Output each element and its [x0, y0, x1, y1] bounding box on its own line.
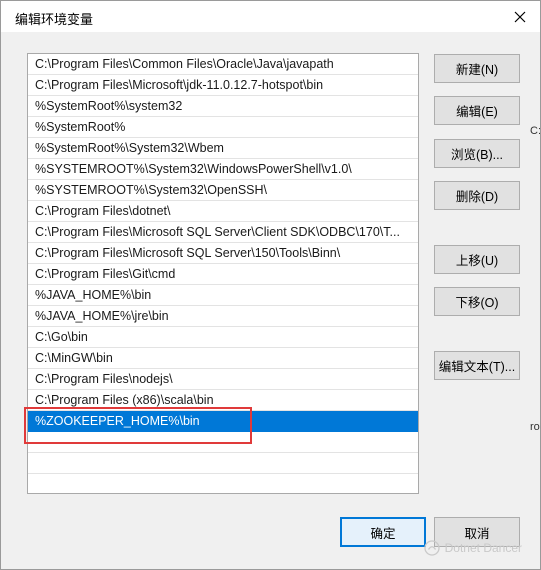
browse-button[interactable]: 浏览(B)...	[434, 139, 520, 168]
path-list-item[interactable]: C:\Program Files\Git\cmd	[28, 264, 418, 285]
wechat-icon	[423, 540, 440, 556]
watermark: Dotnet Dancer	[423, 540, 522, 556]
path-list-empty-row[interactable]	[28, 474, 418, 493]
path-list-item[interactable]: C:\Program Files\Common Files\Oracle\Jav…	[28, 54, 418, 75]
close-button[interactable]	[500, 1, 540, 32]
title-bar: 编辑环境变量	[1, 1, 540, 32]
path-list-item[interactable]: %SystemRoot%\system32	[28, 96, 418, 117]
path-list-item[interactable]: C:\Go\bin	[28, 327, 418, 348]
edit-text-button[interactable]: 编辑文本(T)...	[434, 351, 520, 380]
path-list-item[interactable]: %SYSTEMROOT%\System32\OpenSSH\	[28, 180, 418, 201]
path-list-empty-row[interactable]	[28, 453, 418, 474]
watermark-text: Dotnet Dancer	[444, 541, 522, 555]
path-list-item[interactable]: C:\MinGW\bin	[28, 348, 418, 369]
move-up-button[interactable]: 上移(U)	[434, 245, 520, 274]
background-window-fragment: ro	[530, 421, 540, 433]
path-list-item[interactable]: C:\Program Files\dotnet\	[28, 201, 418, 222]
path-list-item[interactable]: %SystemRoot%\System32\Wbem	[28, 138, 418, 159]
ok-button[interactable]: 确定	[340, 517, 426, 547]
path-list-item[interactable]: C:\Program Files\Microsoft SQL Server\Cl…	[28, 222, 418, 243]
new-button[interactable]: 新建(N)	[434, 54, 520, 83]
path-list-item[interactable]: %JAVA_HOME%\bin	[28, 285, 418, 306]
path-list-item[interactable]: C:\Program Files\nodejs\	[28, 369, 418, 390]
dialog-title: 编辑环境变量	[15, 12, 94, 27]
move-down-button[interactable]: 下移(O)	[434, 287, 520, 316]
delete-button[interactable]: 删除(D)	[434, 181, 520, 210]
edit-env-variable-dialog: 编辑环境变量 C:\Program Files\Common Files\Ora…	[0, 0, 541, 570]
background-window-fragment: C:	[530, 125, 541, 137]
path-list-item[interactable]: %SystemRoot%	[28, 117, 418, 138]
path-list-item[interactable]: %SYSTEMROOT%\System32\WindowsPowerShell\…	[28, 159, 418, 180]
path-list-item[interactable]: C:\Program Files\Microsoft\jdk-11.0.12.7…	[28, 75, 418, 96]
path-list-item[interactable]: %JAVA_HOME%\jre\bin	[28, 306, 418, 327]
path-list-item[interactable]: C:\Program Files\Microsoft SQL Server\15…	[28, 243, 418, 264]
edit-button[interactable]: 编辑(E)	[434, 96, 520, 125]
selection-highlight-box	[24, 407, 252, 444]
close-icon	[514, 11, 526, 22]
